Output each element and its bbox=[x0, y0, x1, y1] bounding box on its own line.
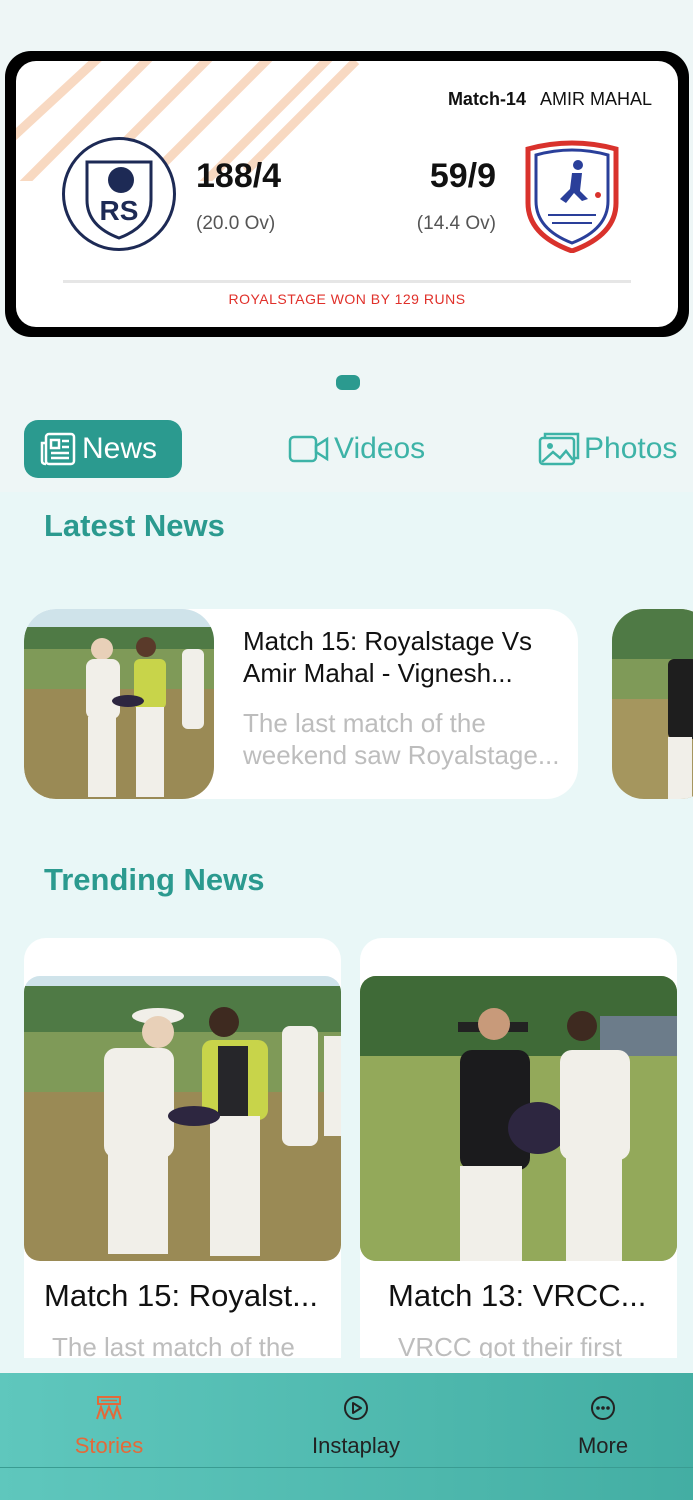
trending-news-card[interactable]: Match 13: VRCC... VRCC got their first bbox=[360, 938, 677, 1358]
video-camera-icon bbox=[288, 435, 329, 463]
team1-score: 188/4 bbox=[196, 157, 282, 195]
team2-score: 59/9 bbox=[429, 157, 496, 195]
more-dots-icon bbox=[591, 1396, 615, 1420]
news-thumbnail bbox=[24, 976, 341, 1261]
nav-instaplay-label: Instaplay bbox=[311, 1433, 401, 1458]
venue: AMIR MAHAL bbox=[539, 89, 652, 109]
bottom-navigation: Stories Instaplay More bbox=[0, 1373, 693, 1500]
rs-logo-icon: RS bbox=[62, 137, 176, 251]
vraman-memorial-cup-logo-icon bbox=[522, 139, 622, 254]
divider bbox=[63, 280, 631, 283]
news-icon bbox=[40, 432, 76, 466]
latest-news-heading: Latest News bbox=[44, 508, 225, 543]
match-score-card[interactable]: Match-14 AMIR MAHAL RS 188/4 (20.0 Ov) 59… bbox=[5, 51, 689, 337]
trending-news-description: The last match of the bbox=[52, 1332, 295, 1358]
trending-news-title: Match 15: Royalst... bbox=[44, 1278, 318, 1313]
nav-instaplay[interactable]: Instaplay bbox=[276, 1395, 436, 1459]
latest-news-description: The last match of the weekend saw Royals… bbox=[243, 708, 560, 770]
news-thumbnail bbox=[360, 976, 677, 1261]
tab-videos[interactable]: Videos bbox=[288, 420, 425, 478]
stadium-icon bbox=[96, 1396, 122, 1420]
nav-more-label: More bbox=[577, 1433, 629, 1458]
nav-more[interactable]: More bbox=[523, 1395, 683, 1459]
tab-photos[interactable]: Photos bbox=[538, 420, 677, 478]
tab-news[interactable]: News bbox=[24, 420, 182, 478]
team2-overs: (14.4 Ov) bbox=[416, 213, 496, 234]
news-thumbnail bbox=[24, 609, 214, 799]
match-number: Match-14 bbox=[447, 89, 526, 109]
nav-stories-label: Stories bbox=[74, 1433, 144, 1458]
trending-news-card[interactable]: Match 15: Royalst... The last match of t… bbox=[24, 938, 341, 1358]
carousel-indicator[interactable] bbox=[336, 375, 360, 390]
tab-photos-label: Photos bbox=[584, 432, 678, 465]
tab-news-label: News bbox=[82, 432, 158, 465]
latest-news-title: Match 15: Royalstage Vs Amir Mahal - Vig… bbox=[243, 626, 533, 688]
svg-text:RS: RS bbox=[100, 195, 139, 226]
trending-news-title: Match 13: VRCC... bbox=[388, 1278, 647, 1313]
play-circle-icon bbox=[344, 1396, 368, 1420]
latest-news-next-card[interactable] bbox=[612, 609, 693, 799]
trending-news-description: VRCC got their first bbox=[398, 1332, 622, 1358]
nav-stories[interactable]: Stories bbox=[29, 1395, 189, 1459]
photos-icon bbox=[538, 432, 580, 466]
trending-news-heading: Trending News bbox=[44, 862, 265, 897]
match-result: ROYALSTAGE WON BY 129 RUNS bbox=[228, 291, 466, 307]
latest-news-card[interactable]: Match 15: Royalstage Vs Amir Mahal - Vig… bbox=[24, 609, 578, 799]
score-card-inner: Match-14 AMIR MAHAL RS 188/4 (20.0 Ov) 59… bbox=[16, 61, 678, 327]
match-header: Match-14 AMIR MAHAL bbox=[448, 89, 652, 110]
nav-divider bbox=[0, 1467, 693, 1468]
team1-overs: (20.0 Ov) bbox=[196, 213, 276, 234]
tab-videos-label: Videos bbox=[334, 432, 426, 465]
